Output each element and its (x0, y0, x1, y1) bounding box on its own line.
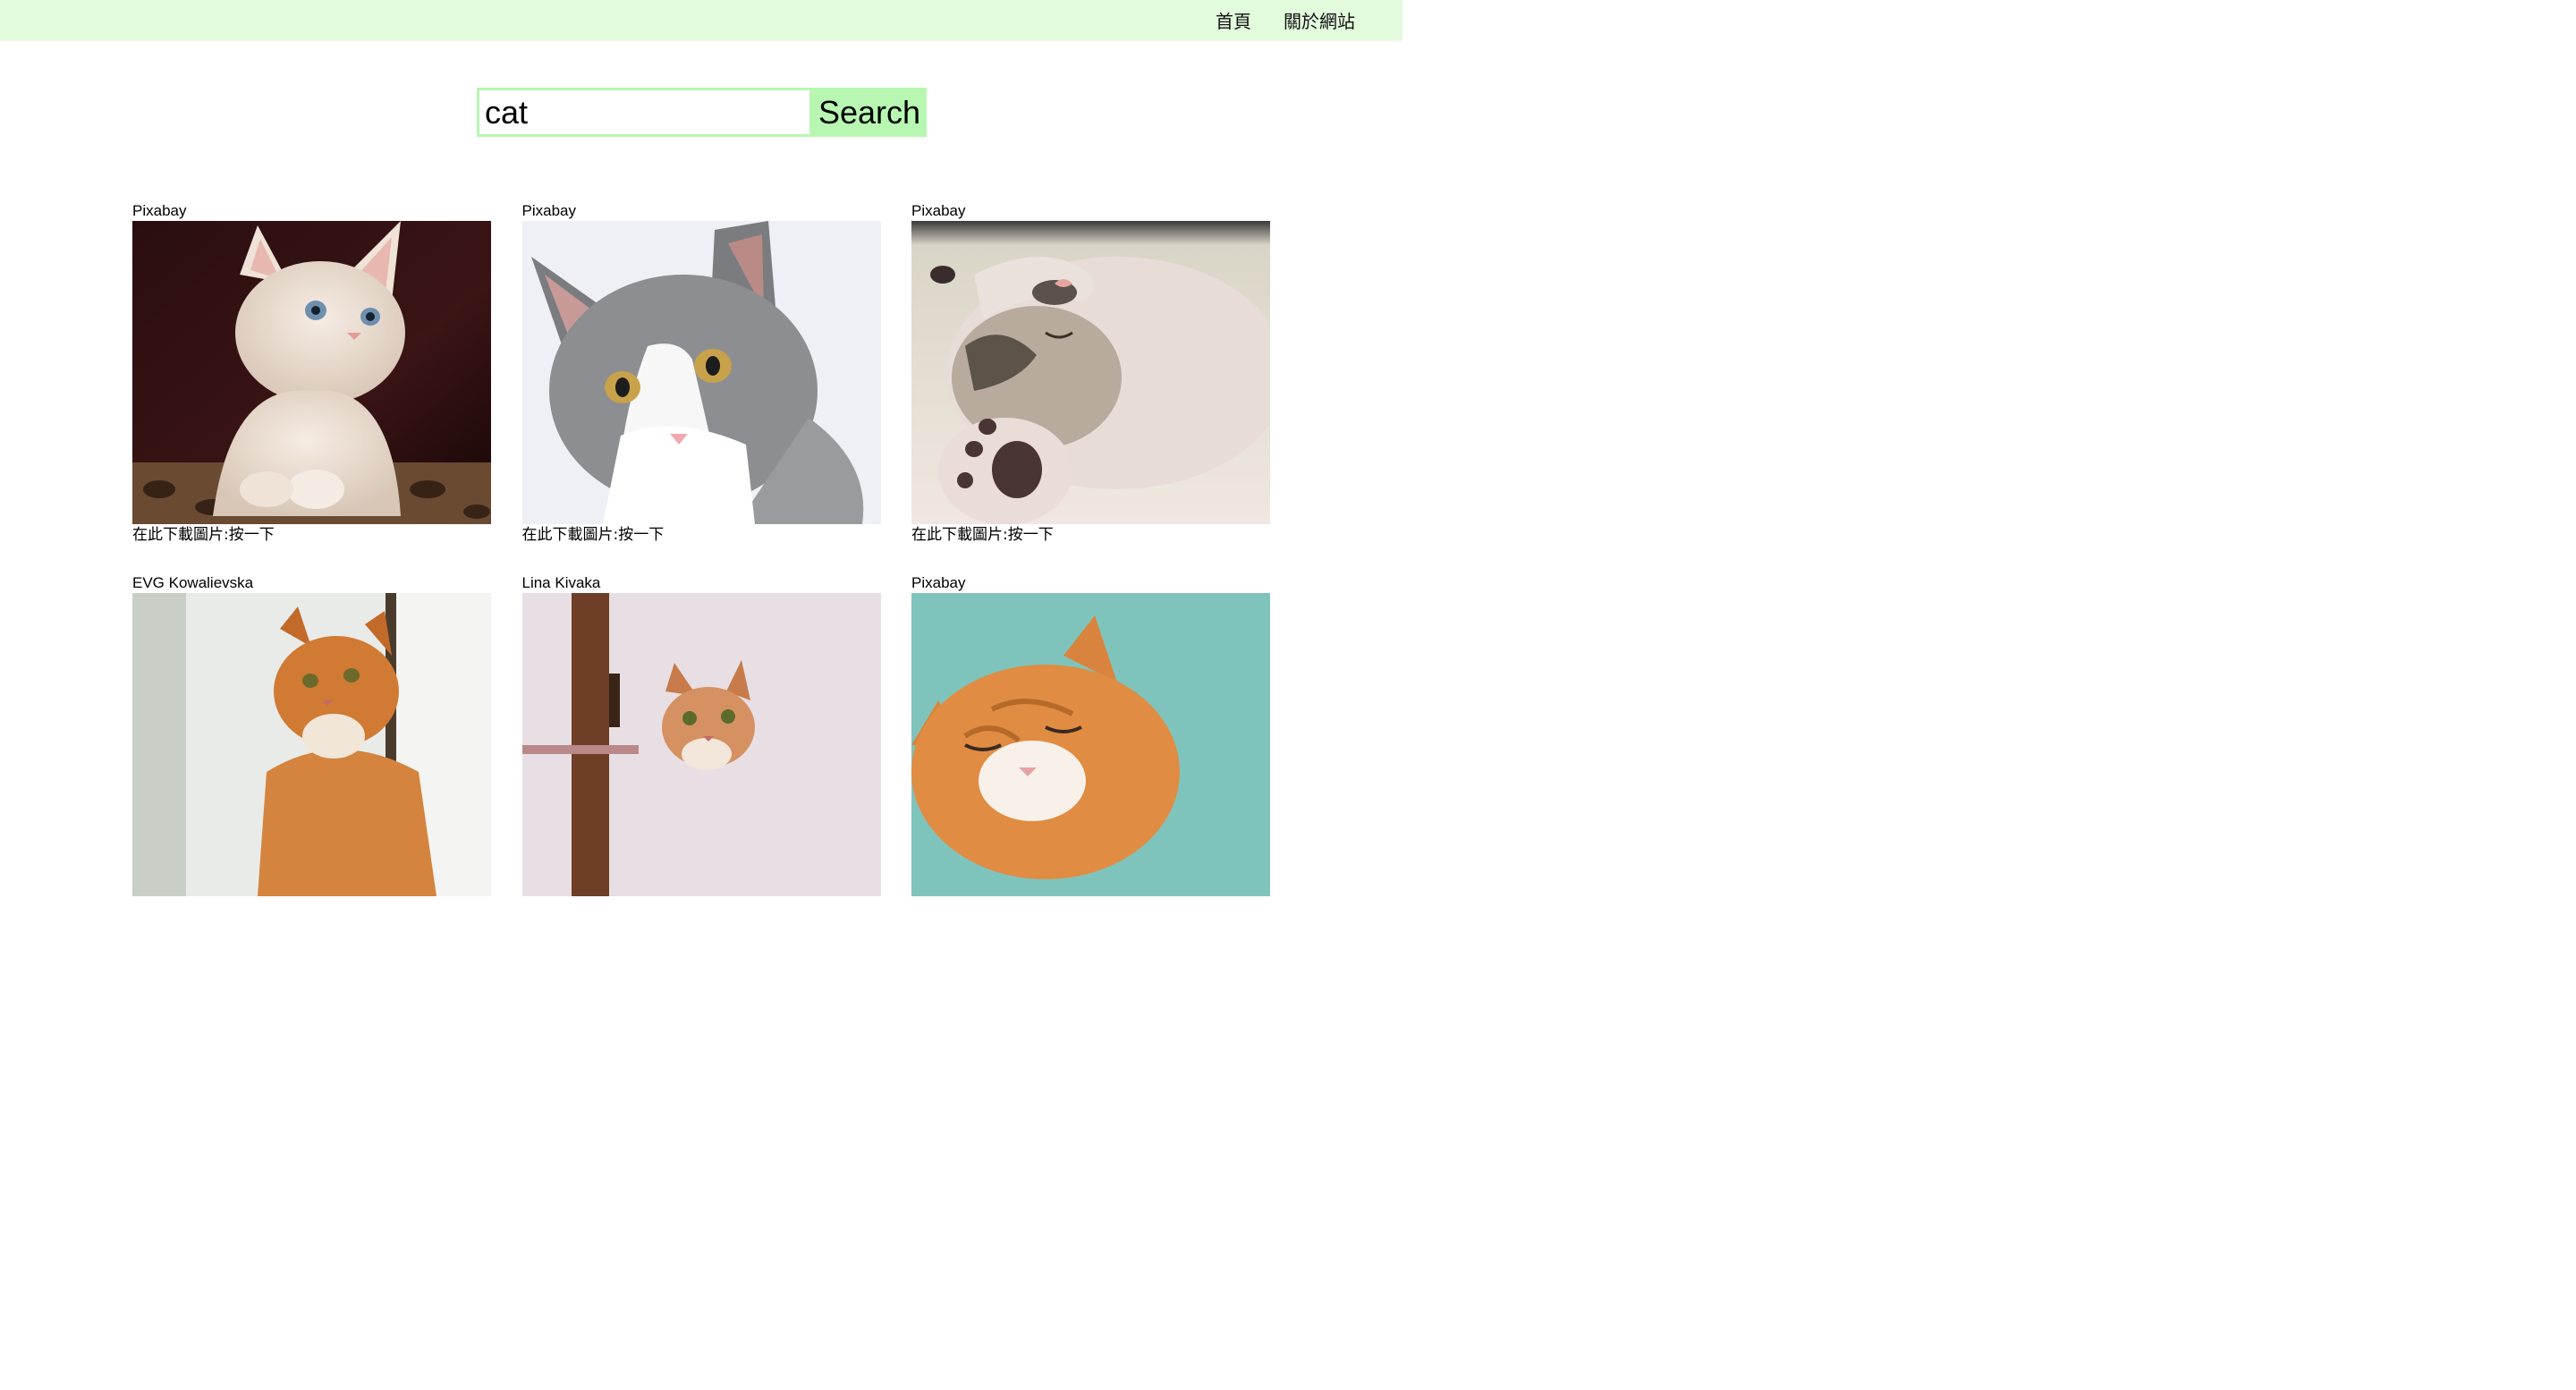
white-kitten-photo[interactable] (132, 221, 491, 524)
result-card: Pixabay (911, 572, 1270, 918)
orange-cat-teal-photo[interactable] (911, 593, 1270, 896)
photographer-name: Pixabay (521, 202, 576, 219)
download-link[interactable] (522, 896, 881, 918)
search-input[interactable] (477, 88, 812, 137)
download-link[interactable]: 在此下載圖片:按一下 (911, 524, 1270, 546)
top-navbar: 首頁 關於網站 (0, 0, 1402, 40)
photographer-name: EVG Kowalievska (132, 574, 254, 591)
result-card: EVG Kowalievska (132, 572, 491, 918)
orange-cat-window-photo[interactable] (132, 593, 491, 896)
photographer-name: Lina Kivaka (521, 574, 601, 591)
search-button[interactable]: Search (812, 88, 927, 137)
sleeping-kitten-image (911, 221, 1270, 524)
photographer-name: Pixabay (911, 574, 966, 591)
sleeping-kitten-photo[interactable] (911, 221, 1270, 524)
nav-link-about[interactable]: 關於網站 (1284, 7, 1355, 33)
result-card: Lina Kivaka (521, 572, 881, 918)
download-link[interactable]: 在此下載圖片:按一下 (132, 524, 491, 546)
orange-cat-teal-image (911, 593, 1270, 896)
download-link[interactable] (911, 896, 1270, 918)
orange-kitten-photo[interactable] (521, 593, 881, 896)
orange-kitten-image (521, 593, 881, 896)
gray-white-cat-photo[interactable] (521, 221, 881, 524)
result-card: Pixabay (911, 200, 1270, 546)
search-form: Search (477, 88, 927, 137)
results-grid: Pixabay 在此下載圖片:按一下 Pixabay 在此下載圖片:按一下 Pi… (132, 200, 1270, 918)
photographer-name: Pixabay (911, 202, 966, 219)
photographer-name: Pixabay (132, 202, 187, 219)
white-kitten-image (132, 221, 491, 524)
orange-cat-window-image (132, 593, 491, 896)
nav-link-home[interactable]: 首頁 (1216, 7, 1251, 33)
result-card: Pixabay (132, 200, 491, 546)
download-link[interactable] (132, 896, 491, 918)
gray-white-cat-image (521, 221, 881, 524)
download-link[interactable]: 在此下載圖片:按一下 (522, 524, 881, 546)
result-card: Pixabay 在此下載圖片:按一下 (521, 200, 881, 546)
